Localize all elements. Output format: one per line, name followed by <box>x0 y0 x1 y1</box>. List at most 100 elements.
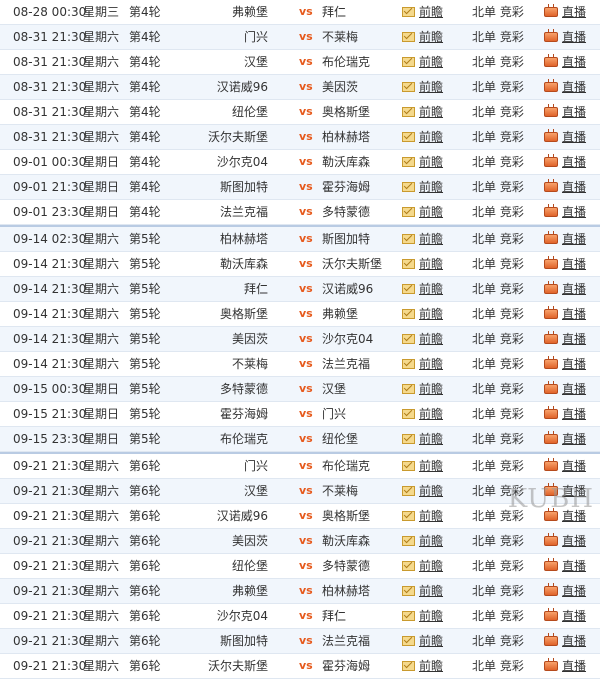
preview-link[interactable]: 前瞻 <box>402 200 443 224</box>
live-link-label[interactable]: 直播 <box>562 180 586 194</box>
preview-link[interactable]: 前瞻 <box>402 479 443 503</box>
preview-link-label[interactable]: 前瞻 <box>419 30 443 44</box>
preview-link[interactable]: 前瞻 <box>402 604 443 628</box>
preview-link[interactable]: 前瞻 <box>402 327 443 351</box>
preview-link[interactable]: 前瞻 <box>402 175 443 199</box>
live-link-label[interactable]: 直播 <box>562 5 586 19</box>
live-link[interactable]: 直播 <box>544 554 586 578</box>
preview-link-label[interactable]: 前瞻 <box>419 382 443 396</box>
live-link-label[interactable]: 直播 <box>562 282 586 296</box>
live-link-label[interactable]: 直播 <box>562 407 586 421</box>
live-link[interactable]: 直播 <box>544 579 586 603</box>
live-link-label[interactable]: 直播 <box>562 432 586 446</box>
live-link[interactable]: 直播 <box>544 277 586 301</box>
live-link[interactable]: 直播 <box>544 100 586 124</box>
preview-link[interactable]: 前瞻 <box>402 504 443 528</box>
preview-link[interactable]: 前瞻 <box>402 100 443 124</box>
live-link-label[interactable]: 直播 <box>562 382 586 396</box>
preview-link-label[interactable]: 前瞻 <box>419 232 443 246</box>
preview-link-label[interactable]: 前瞻 <box>419 307 443 321</box>
preview-link-label[interactable]: 前瞻 <box>419 534 443 548</box>
live-link-label[interactable]: 直播 <box>562 257 586 271</box>
preview-link[interactable]: 前瞻 <box>402 554 443 578</box>
preview-link[interactable]: 前瞻 <box>402 427 443 451</box>
live-link[interactable]: 直播 <box>544 377 586 401</box>
preview-link[interactable]: 前瞻 <box>402 150 443 174</box>
live-link-label[interactable]: 直播 <box>562 205 586 219</box>
preview-link[interactable]: 前瞻 <box>402 227 443 251</box>
preview-link[interactable]: 前瞻 <box>402 579 443 603</box>
preview-link-label[interactable]: 前瞻 <box>419 432 443 446</box>
live-link-label[interactable]: 直播 <box>562 105 586 119</box>
live-link-label[interactable]: 直播 <box>562 534 586 548</box>
live-link[interactable]: 直播 <box>544 227 586 251</box>
preview-link[interactable]: 前瞻 <box>402 25 443 49</box>
preview-link-label[interactable]: 前瞻 <box>419 155 443 169</box>
live-link[interactable]: 直播 <box>544 0 586 24</box>
live-link-label[interactable]: 直播 <box>562 634 586 648</box>
live-link[interactable]: 直播 <box>544 200 586 224</box>
preview-link-label[interactable]: 前瞻 <box>419 609 443 623</box>
live-link-label[interactable]: 直播 <box>562 130 586 144</box>
live-link[interactable]: 直播 <box>544 50 586 74</box>
preview-link[interactable]: 前瞻 <box>402 277 443 301</box>
preview-link[interactable]: 前瞻 <box>402 402 443 426</box>
preview-link[interactable]: 前瞻 <box>402 50 443 74</box>
preview-link[interactable]: 前瞻 <box>402 0 443 24</box>
preview-link-label[interactable]: 前瞻 <box>419 55 443 69</box>
preview-link[interactable]: 前瞻 <box>402 352 443 376</box>
live-link[interactable]: 直播 <box>544 252 586 276</box>
live-link[interactable]: 直播 <box>544 150 586 174</box>
preview-link-label[interactable]: 前瞻 <box>419 332 443 346</box>
preview-link[interactable]: 前瞻 <box>402 377 443 401</box>
preview-link-label[interactable]: 前瞻 <box>419 634 443 648</box>
live-link-label[interactable]: 直播 <box>562 459 586 473</box>
live-link-label[interactable]: 直播 <box>562 307 586 321</box>
preview-link-label[interactable]: 前瞻 <box>419 205 443 219</box>
live-link[interactable]: 直播 <box>544 75 586 99</box>
live-link-label[interactable]: 直播 <box>562 357 586 371</box>
preview-link-label[interactable]: 前瞻 <box>419 357 443 371</box>
preview-link-label[interactable]: 前瞻 <box>419 282 443 296</box>
preview-link-label[interactable]: 前瞻 <box>419 180 443 194</box>
live-link-label[interactable]: 直播 <box>562 332 586 346</box>
live-link[interactable]: 直播 <box>544 654 586 678</box>
preview-link[interactable]: 前瞻 <box>402 454 443 478</box>
live-link[interactable]: 直播 <box>544 125 586 149</box>
live-link-label[interactable]: 直播 <box>562 155 586 169</box>
live-link-label[interactable]: 直播 <box>562 80 586 94</box>
preview-link-label[interactable]: 前瞻 <box>419 659 443 673</box>
live-link[interactable]: 直播 <box>544 327 586 351</box>
live-link-label[interactable]: 直播 <box>562 559 586 573</box>
preview-link-label[interactable]: 前瞻 <box>419 509 443 523</box>
preview-link-label[interactable]: 前瞻 <box>419 484 443 498</box>
live-link[interactable]: 直播 <box>544 629 586 653</box>
preview-link[interactable]: 前瞻 <box>402 654 443 678</box>
preview-link-label[interactable]: 前瞻 <box>419 459 443 473</box>
live-link[interactable]: 直播 <box>544 25 586 49</box>
preview-link[interactable]: 前瞻 <box>402 529 443 553</box>
live-link[interactable]: 直播 <box>544 454 586 478</box>
live-link-label[interactable]: 直播 <box>562 55 586 69</box>
live-link-label[interactable]: 直播 <box>562 659 586 673</box>
preview-link-label[interactable]: 前瞻 <box>419 105 443 119</box>
live-link-label[interactable]: 直播 <box>562 609 586 623</box>
preview-link-label[interactable]: 前瞻 <box>419 407 443 421</box>
preview-link-label[interactable]: 前瞻 <box>419 130 443 144</box>
preview-link[interactable]: 前瞻 <box>402 252 443 276</box>
live-link[interactable]: 直播 <box>544 427 586 451</box>
preview-link[interactable]: 前瞻 <box>402 75 443 99</box>
live-link-label[interactable]: 直播 <box>562 30 586 44</box>
live-link[interactable]: 直播 <box>544 402 586 426</box>
live-link[interactable]: 直播 <box>544 352 586 376</box>
live-link-label[interactable]: 直播 <box>562 584 586 598</box>
preview-link-label[interactable]: 前瞻 <box>419 559 443 573</box>
preview-link-label[interactable]: 前瞻 <box>419 584 443 598</box>
live-link[interactable]: 直播 <box>544 529 586 553</box>
preview-link-label[interactable]: 前瞻 <box>419 80 443 94</box>
preview-link[interactable]: 前瞻 <box>402 629 443 653</box>
live-link[interactable]: 直播 <box>544 175 586 199</box>
preview-link[interactable]: 前瞻 <box>402 125 443 149</box>
live-link[interactable]: 直播 <box>544 604 586 628</box>
live-link[interactable]: 直播 <box>544 302 586 326</box>
